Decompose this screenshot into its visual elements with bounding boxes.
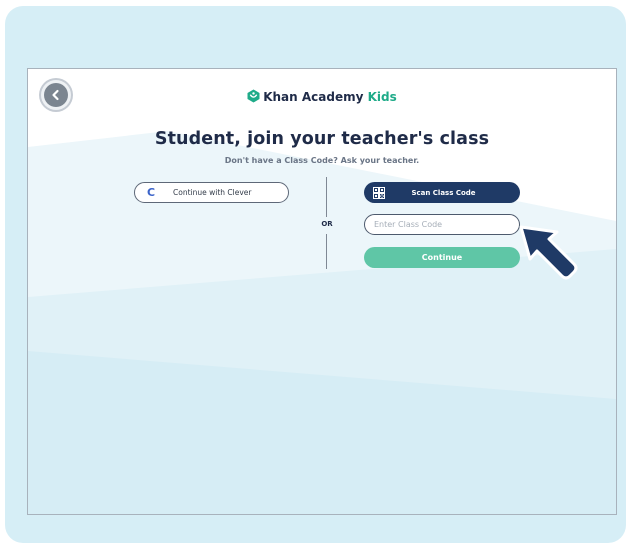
logo-product: Kids — [367, 90, 397, 104]
khan-hexagon-icon — [247, 89, 260, 103]
page-title: Student, join your teacher's class — [154, 129, 490, 149]
scan-class-code-button[interactable]: Scan Class Code — [364, 182, 520, 203]
or-label: OR — [321, 220, 333, 228]
app-screen: Khan Academy Kids Student, join your tea… — [27, 68, 617, 515]
continue-button[interactable]: Continue — [364, 247, 520, 268]
divider-line-bottom — [326, 234, 327, 269]
page-subtitle: Don't have a Class Code? Ask your teache… — [224, 156, 420, 165]
clever-button-label: Continue with Clever — [173, 188, 252, 197]
qr-code-icon — [373, 186, 385, 199]
arrow-pointer-icon — [519, 225, 578, 280]
class-code-input[interactable] — [364, 214, 520, 235]
app-logo: Khan Academy Kids — [28, 89, 616, 105]
logo-brand: Khan Academy — [263, 90, 364, 104]
device-frame: Khan Academy Kids Student, join your tea… — [5, 6, 626, 543]
divider-line-top — [326, 177, 327, 217]
continue-with-clever-button[interactable]: C Continue with Clever — [134, 182, 289, 203]
scan-button-label: Scan Class Code — [411, 188, 476, 197]
clever-icon: C — [147, 186, 156, 199]
